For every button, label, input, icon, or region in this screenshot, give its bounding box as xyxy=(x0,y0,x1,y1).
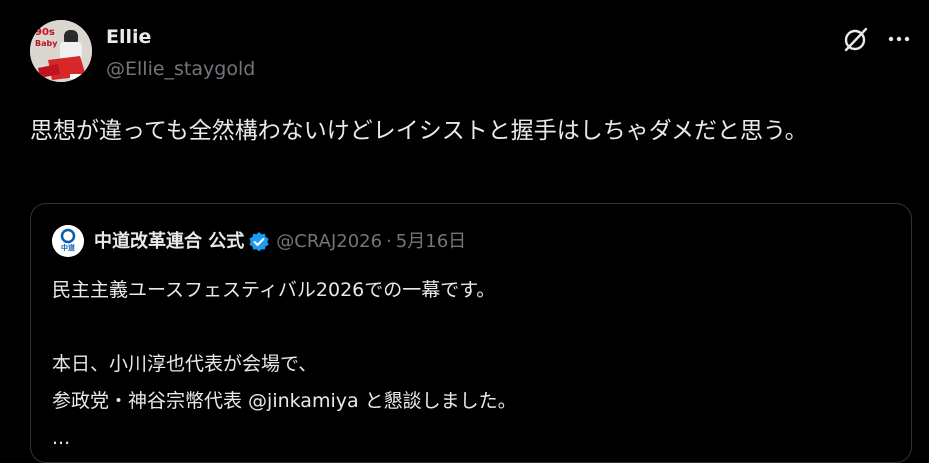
quoted-text-line xyxy=(52,309,892,346)
avatar-text-top: 90s xyxy=(35,27,55,38)
author-display-name[interactable]: Ellie xyxy=(106,26,151,48)
quoted-author-avatar[interactable]: 中道 xyxy=(52,225,84,257)
grok-icon[interactable] xyxy=(842,25,870,53)
quoted-avatar-text: 中道 xyxy=(61,243,75,252)
quoted-text-line: 参政党・神谷宗幣代表 @jinkamiya と懇談しました。 xyxy=(52,390,517,412)
separator-dot: · xyxy=(386,231,392,252)
author-handle[interactable]: @Ellie_staygold xyxy=(106,58,255,80)
avatar-text-bottom: Baby xyxy=(35,39,58,48)
quoted-text-line: ... xyxy=(52,427,71,449)
quoted-post-header: 中道改革連合 公式 @CRAJ2026 · 5月16日 xyxy=(94,230,466,254)
quoted-post-date[interactable]: 5月16日 xyxy=(396,230,466,254)
post-card: 90s Baby Ellie @Ellie_staygold 思想が違っても全然… xyxy=(0,0,929,463)
quoted-author-name[interactable]: 中道改革連合 公式 xyxy=(94,230,244,254)
more-options-icon[interactable] xyxy=(884,25,914,53)
quoted-text-line: 民主主義ユースフェスティバル2026での一幕です。 xyxy=(52,279,496,301)
quoted-author-handle[interactable]: @CRAJ2026 xyxy=(276,230,382,254)
author-avatar-image: 90s Baby xyxy=(30,20,92,82)
quoted-post[interactable]: 中道 中道改革連合 公式 @CRAJ2026 · 5月16日 民主主義ユースフェ… xyxy=(30,203,912,463)
post-text: 思想が違っても全然構わないけどレイシストと握手はしちゃダメだと思う。 xyxy=(30,118,808,144)
verified-badge-icon xyxy=(248,231,270,253)
quoted-post-text: 民主主義ユースフェスティバル2026での一幕です。 本日、小川淳也代表が会場で、… xyxy=(52,272,892,457)
author-avatar[interactable]: 90s Baby xyxy=(30,20,92,82)
quoted-text-line: 本日、小川淳也代表が会場で、 xyxy=(52,353,318,375)
